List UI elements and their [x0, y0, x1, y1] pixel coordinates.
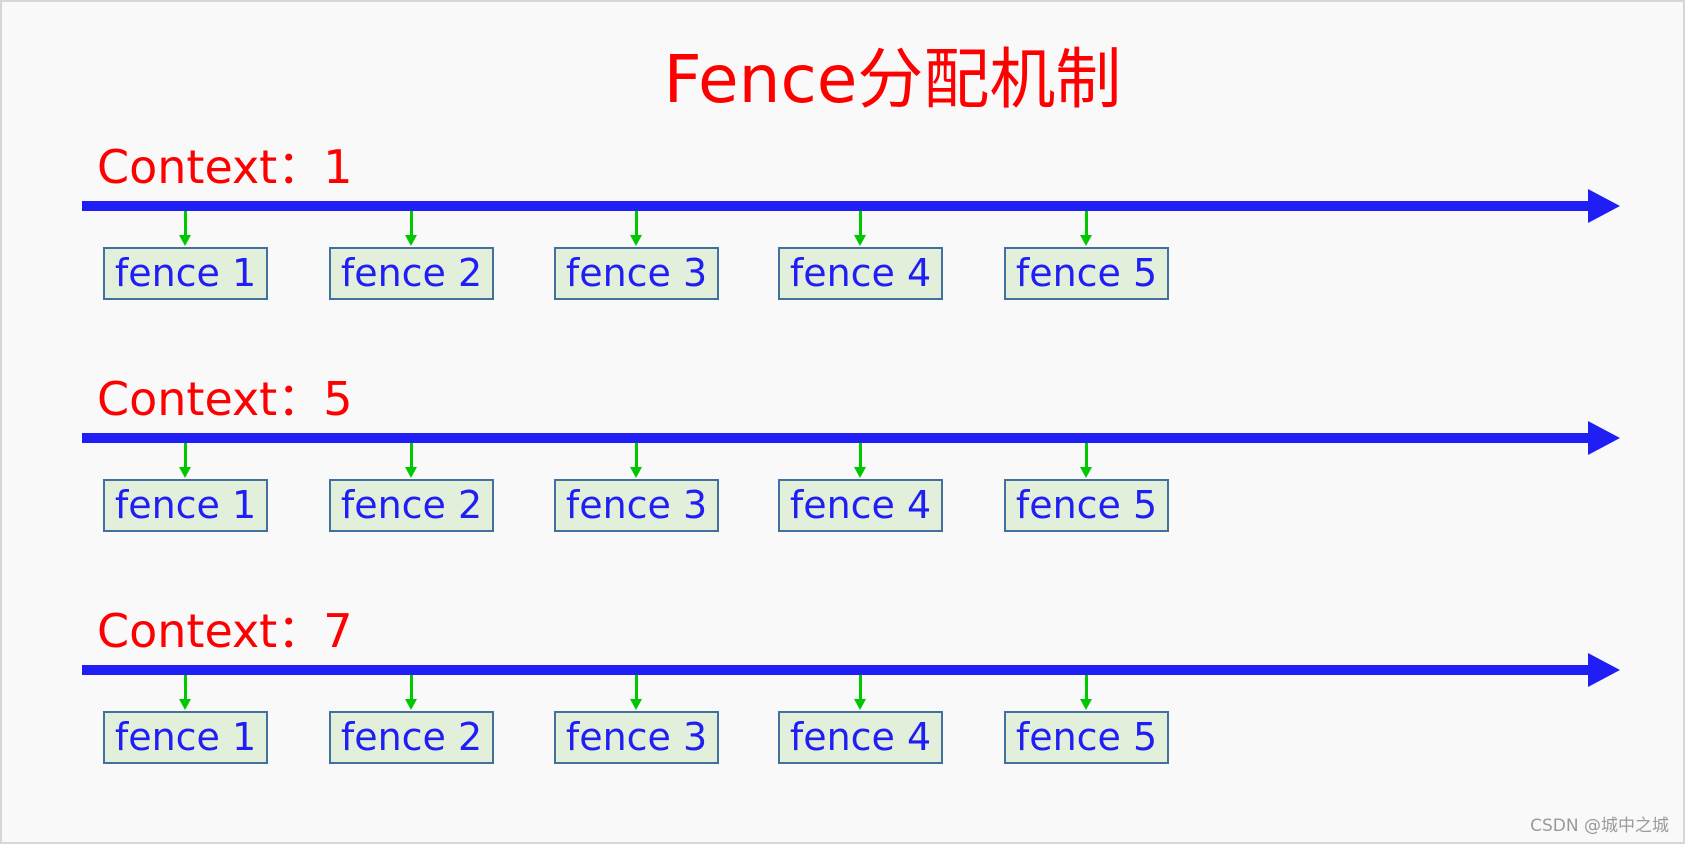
- arrow-down-icon: [179, 467, 191, 478]
- arrow-down-icon: [405, 467, 417, 478]
- timeline-arrowhead-icon: [1588, 421, 1620, 455]
- fence-box: fence 3: [554, 247, 719, 300]
- fence-pointer-arrow: [410, 675, 413, 701]
- fence-box: fence 4: [778, 247, 943, 300]
- fence-pointer-arrow: [410, 443, 413, 469]
- timeline-arrowhead-icon: [1588, 189, 1620, 223]
- timeline-line: [82, 433, 1592, 443]
- arrow-down-icon: [179, 235, 191, 246]
- fence-box: fence 2: [329, 711, 494, 764]
- arrow-down-icon: [1080, 235, 1092, 246]
- fence-pointer-arrow: [1085, 675, 1088, 701]
- fence-box: fence 1: [103, 247, 268, 300]
- fence-pointer-arrow: [1085, 211, 1088, 237]
- fence-box: fence 2: [329, 479, 494, 532]
- context-label: Context：1: [97, 140, 353, 194]
- context-label: Context：7: [97, 604, 353, 658]
- fence-pointer-arrow: [1085, 443, 1088, 469]
- diagram-title: Fence分配机制: [663, 41, 1122, 118]
- timeline-line: [82, 665, 1592, 675]
- arrow-down-icon: [179, 699, 191, 710]
- fence-box: fence 4: [778, 711, 943, 764]
- arrow-down-icon: [1080, 699, 1092, 710]
- arrow-down-icon: [854, 235, 866, 246]
- watermark: CSDN @城中之城: [1530, 816, 1669, 836]
- arrow-down-icon: [854, 699, 866, 710]
- fence-pointer-arrow: [635, 211, 638, 237]
- timeline-line: [82, 201, 1592, 211]
- fence-box: fence 5: [1004, 247, 1169, 300]
- fence-box: fence 3: [554, 711, 719, 764]
- context-label: Context：5: [97, 372, 353, 426]
- fence-pointer-arrow: [635, 675, 638, 701]
- fence-pointer-arrow: [184, 675, 187, 701]
- fence-box: fence 5: [1004, 479, 1169, 532]
- fence-box: fence 2: [329, 247, 494, 300]
- arrow-down-icon: [405, 699, 417, 710]
- arrow-down-icon: [1080, 467, 1092, 478]
- fence-box: fence 5: [1004, 711, 1169, 764]
- fence-pointer-arrow: [635, 443, 638, 469]
- fence-pointer-arrow: [859, 211, 862, 237]
- timeline-arrowhead-icon: [1588, 653, 1620, 687]
- arrow-down-icon: [405, 235, 417, 246]
- fence-pointer-arrow: [859, 443, 862, 469]
- arrow-down-icon: [854, 467, 866, 478]
- fence-box: fence 3: [554, 479, 719, 532]
- fence-box: fence 1: [103, 711, 268, 764]
- fence-pointer-arrow: [184, 443, 187, 469]
- arrow-down-icon: [630, 699, 642, 710]
- fence-box: fence 4: [778, 479, 943, 532]
- arrow-down-icon: [630, 467, 642, 478]
- fence-pointer-arrow: [859, 675, 862, 701]
- fence-pointer-arrow: [410, 211, 413, 237]
- fence-pointer-arrow: [184, 211, 187, 237]
- arrow-down-icon: [630, 235, 642, 246]
- fence-box: fence 1: [103, 479, 268, 532]
